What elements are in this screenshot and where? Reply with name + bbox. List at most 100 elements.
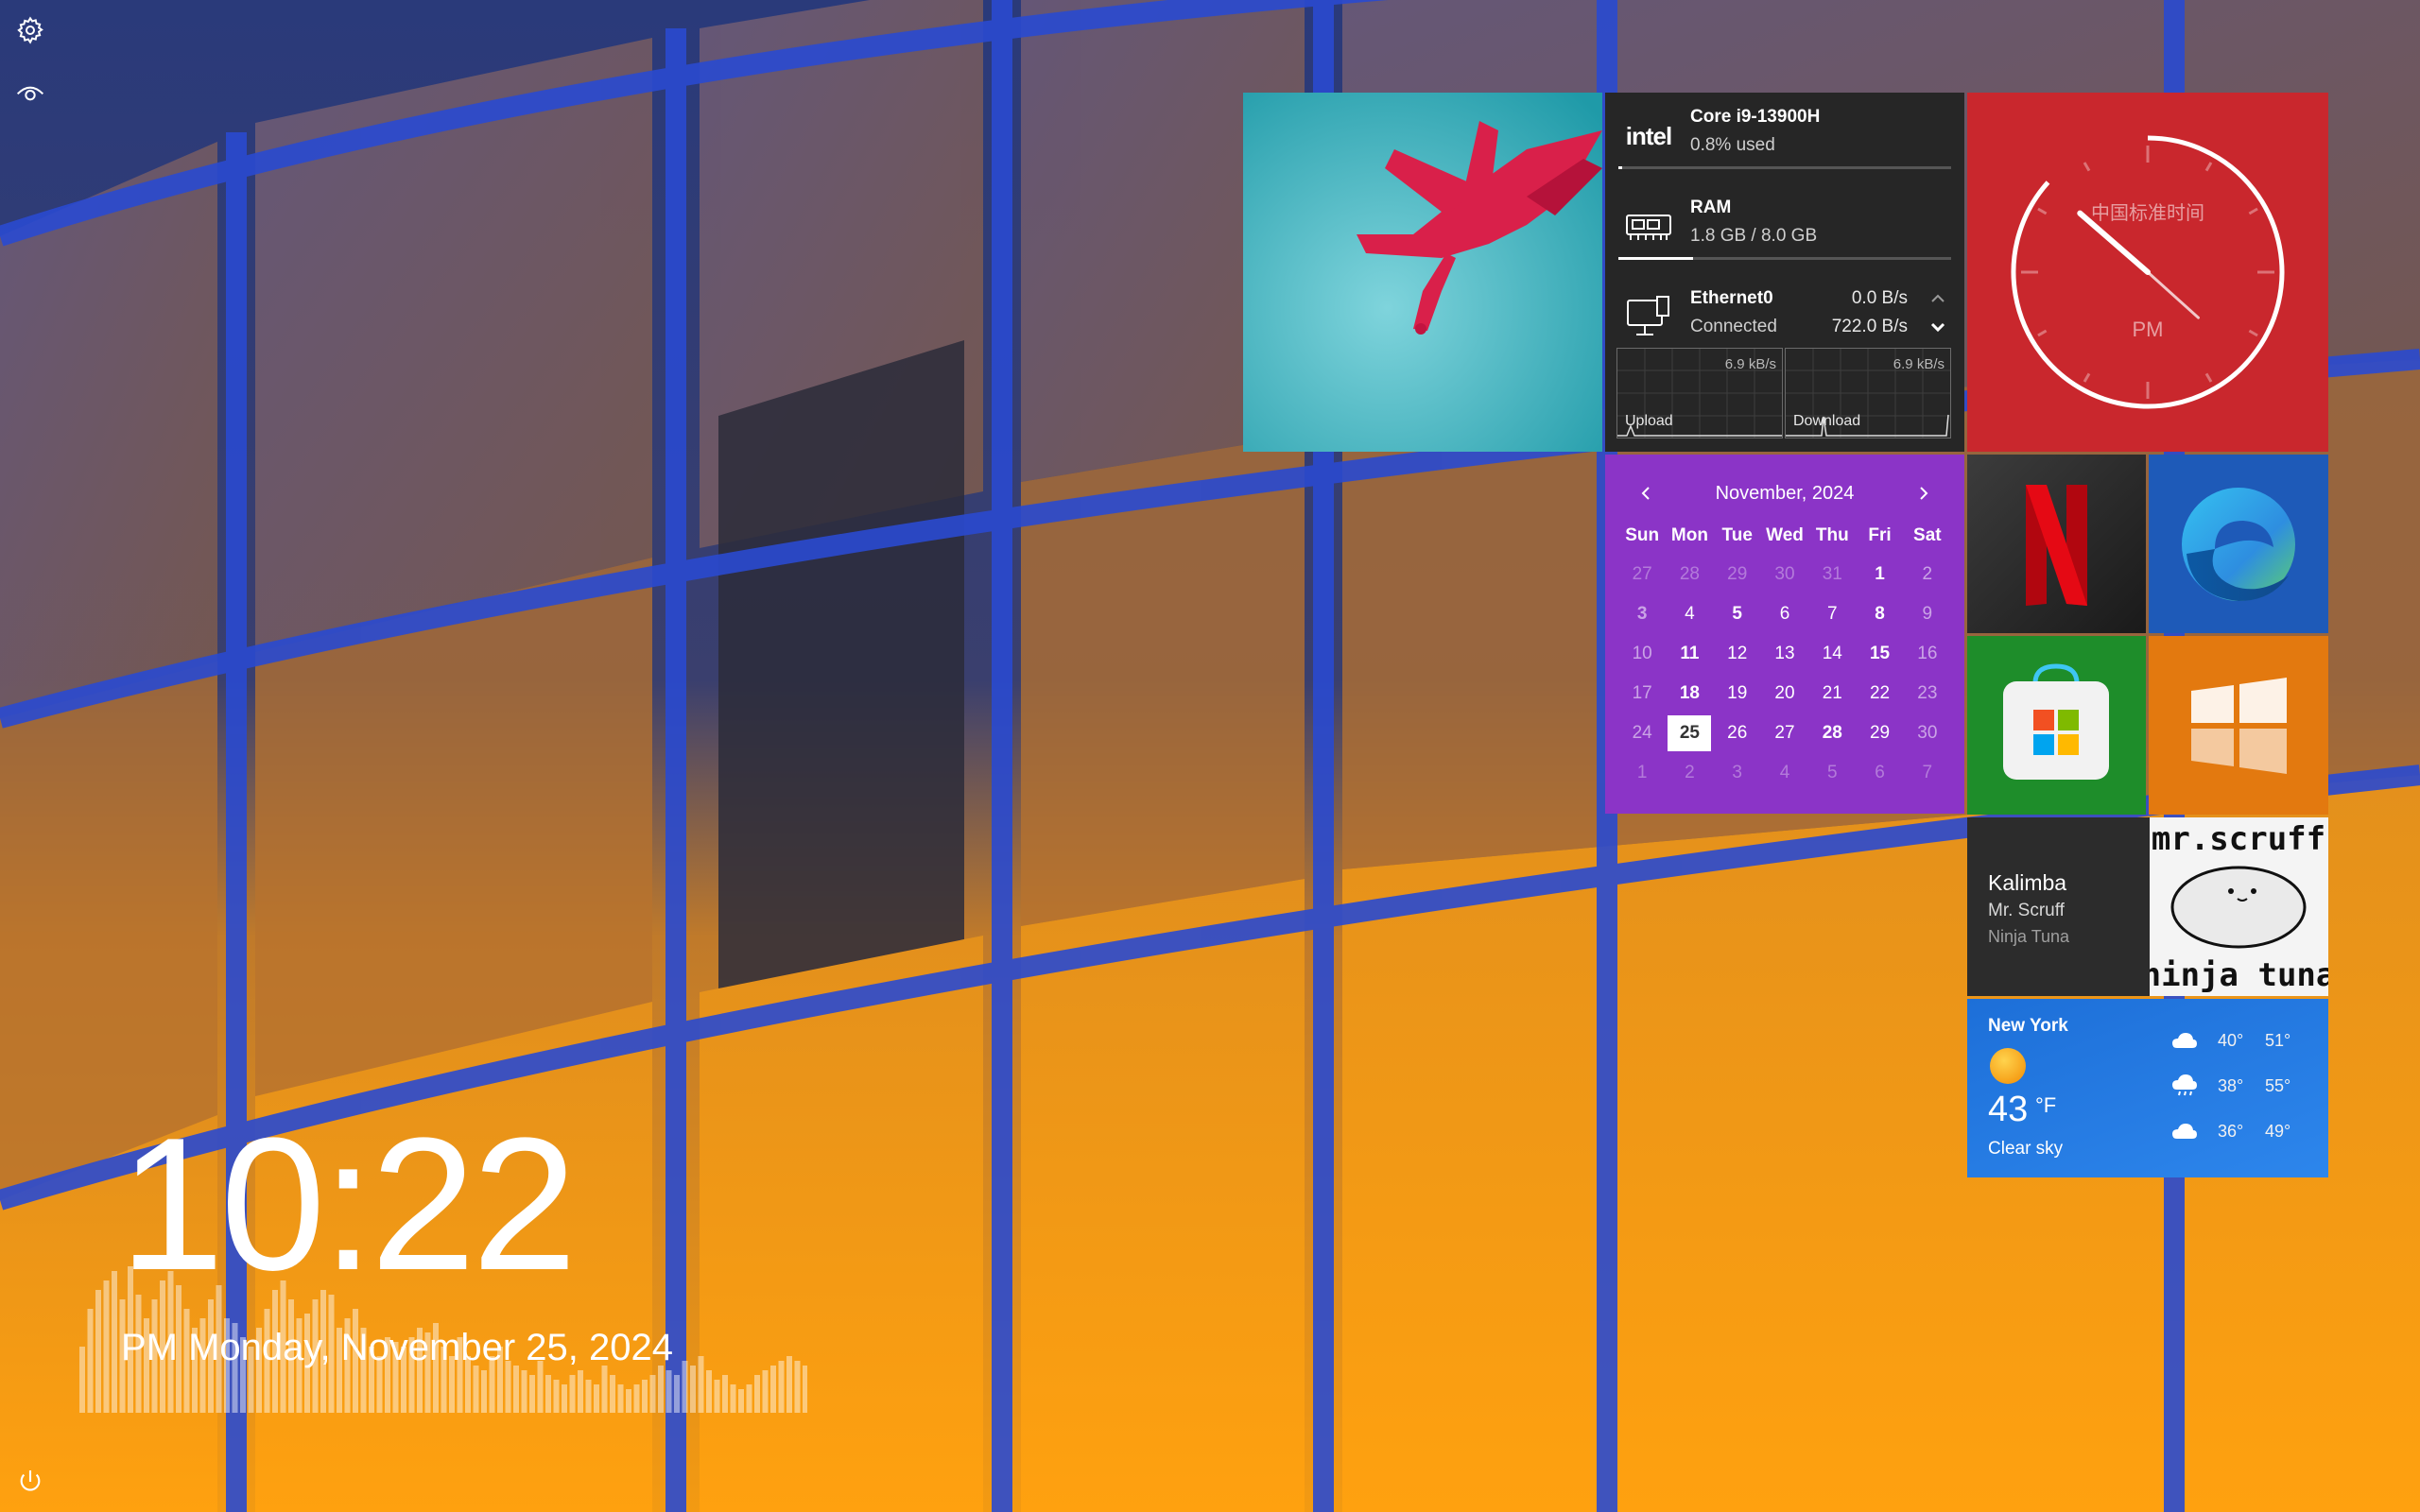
intel-logo-icon: intel [1622,110,1675,163]
upload-label: Upload [1625,413,1673,429]
calendar-day[interactable]: 7 [1808,594,1856,634]
settings-button[interactable] [11,11,49,49]
visibility-button[interactable] [11,74,49,112]
calendar-day[interactable]: 23 [1904,674,1951,713]
visualizer-bar [513,1366,519,1413]
visualizer-bar [762,1370,769,1413]
calendar-day[interactable]: 31 [1808,555,1856,594]
visualizer-bar [79,1347,85,1413]
cpu-name: Core i9-13900H [1690,107,1821,127]
calendar-day[interactable]: 14 [1808,634,1856,674]
calendar-day[interactable]: 28 [1666,555,1713,594]
visualizer-bar [553,1380,560,1413]
calendar-day[interactable]: 8 [1856,594,1903,634]
weather-tile[interactable]: New York 43 °F Clear sky 40° 51° 38° 55°… [1967,999,2328,1177]
clock-tick [2083,372,2091,383]
track-album: Ninja Tuna [1988,927,2070,946]
netflix-tile[interactable] [1967,455,2146,633]
calendar-day[interactable]: 27 [1761,713,1808,753]
calendar-day[interactable]: 3 [1714,753,1761,793]
clock-tick [2204,162,2213,172]
calendar-day[interactable]: 16 [1904,634,1951,674]
visualizer-bar [794,1361,801,1413]
calendar-next-button[interactable] [1911,481,1936,506]
windows-logo-icon [2191,678,2287,774]
calendar-day[interactable]: 5 [1808,753,1856,793]
ampm-label: PM [2133,318,2164,341]
calendar-day[interactable]: 17 [1618,674,1666,713]
calendar-day[interactable]: 1 [1856,555,1903,594]
chevron-up-icon [1931,294,1945,302]
calendar-day[interactable]: 2 [1904,555,1951,594]
calendar-day[interactable]: 1 [1618,753,1666,793]
calendar-day[interactable]: 29 [1714,555,1761,594]
calendar-day[interactable]: 28 [1808,713,1856,753]
visualizer-bar [103,1280,110,1413]
forecast-row: 40° 51° [2161,1027,2312,1056]
calendar-day[interactable]: 25 [1666,713,1713,753]
calendar-day[interactable]: 2 [1666,753,1713,793]
calendar-day[interactable]: 3 [1618,594,1666,634]
now-playing-tile[interactable]: Kalimba Mr. Scruff Ninja Tuna mr.scruff … [1967,817,2328,996]
windows-tile[interactable] [2149,636,2328,815]
system-monitor-tile[interactable]: intel Core i9-13900H 0.8% used RAM 1.8 G… [1605,93,1964,452]
calendar-grid: Sun Mon Tue Wed Thu Fri Sat 27 28 29 30 31 1 2 3 4 5 6 7 8 9… [1618,517,1951,793]
visualizer-bar [642,1380,648,1413]
clock-tick [2248,207,2258,215]
calendar-day[interactable]: 9 [1904,594,1951,634]
calendar-day[interactable]: 26 [1714,713,1761,753]
calendar-tile[interactable]: November, 2024 Sun Mon Tue Wed Thu Fri Sat 27 28… [1605,455,1964,814]
calendar-day[interactable]: 10 [1618,634,1666,674]
power-button[interactable] [11,1463,49,1501]
calendar-day[interactable]: 22 [1856,674,1903,713]
calendar-day[interactable]: 13 [1761,634,1808,674]
visualizer-bar [786,1356,792,1413]
visualizer-bar [601,1366,608,1413]
calendar-day[interactable]: 30 [1904,713,1951,753]
calendar-day[interactable]: 6 [1761,594,1808,634]
forecast-row: 38° 55° [2161,1073,2312,1101]
visualizer-bar [578,1370,583,1413]
album-art-text-bottom: ninja tuna [2150,956,2328,994]
calendar-day[interactable]: 19 [1714,674,1761,713]
calendar-weekday-header: Thu [1815,525,1849,545]
visualizer-bar [521,1370,527,1413]
visualizer-bar [505,1361,511,1413]
calendar-day[interactable]: 27 [1618,555,1666,594]
calendar-day[interactable]: 11 [1666,634,1713,674]
calendar-day[interactable]: 15 [1856,634,1903,674]
visualizer-bar [473,1366,479,1413]
calendar-day[interactable]: 21 [1808,674,1856,713]
calendar-day[interactable]: 30 [1761,555,1808,594]
upload-graph: 6.9 kB/s Upload [1616,348,1783,438]
visualizer-bar [658,1366,664,1413]
calendar-day[interactable]: 4 [1761,753,1808,793]
lockscreen-date: PM Monday, November 25, 2024 [121,1327,674,1368]
analog-clock-tile[interactable]: 中国标准时间 PM [1967,93,2328,452]
cpu-usage-bar [1618,166,1951,169]
photo-tile[interactable] [1243,93,1602,452]
calendar-day[interactable]: 20 [1761,674,1808,713]
edge-tile[interactable] [2149,455,2328,633]
calendar-day[interactable]: 29 [1856,713,1903,753]
gear-icon [17,16,43,44]
microsoft-store-tile[interactable] [1967,636,2146,815]
ram-usage: 1.8 GB / 8.0 GB [1690,226,1818,246]
visualizer-bar [803,1366,807,1413]
visualizer-bar [481,1370,487,1413]
visualizer-bar [633,1384,640,1413]
cloud-icon [2172,1033,2197,1048]
calendar-day[interactable]: 18 [1666,674,1713,713]
visualizer-bar [95,1290,101,1413]
calendar-day[interactable]: 5 [1714,594,1761,634]
weather-temperature: 43 [1988,1090,2029,1129]
calendar-day[interactable]: 4 [1666,594,1713,634]
chevron-right-icon [1920,487,1928,500]
calendar-day[interactable]: 6 [1856,753,1903,793]
calendar-day[interactable]: 12 [1714,634,1761,674]
ram-usage-bar [1618,257,1951,260]
visualizer-bar [666,1370,672,1413]
calendar-day[interactable]: 24 [1618,713,1666,753]
calendar-day[interactable]: 7 [1904,753,1951,793]
calendar-today[interactable]: 25 [1668,715,1712,751]
